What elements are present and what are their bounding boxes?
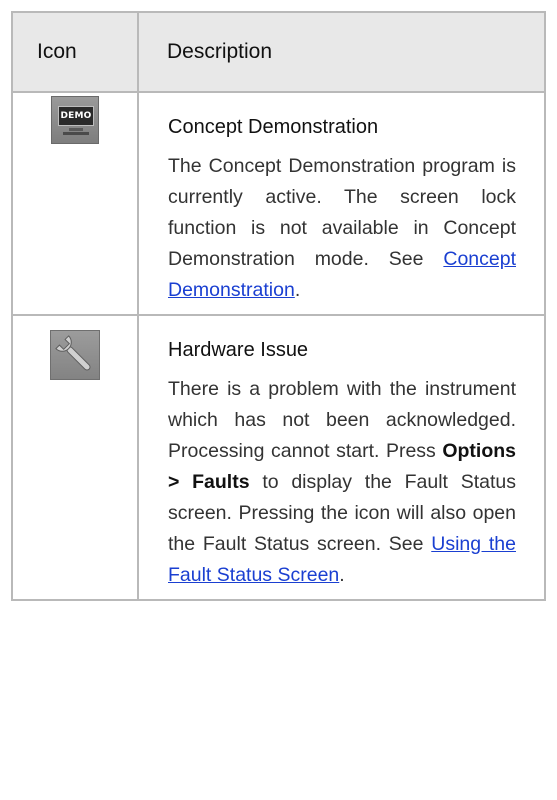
entry-body: There is a problem with the instrument w… bbox=[168, 374, 516, 591]
table-row: DEMO Concept Demonstration The Concept D… bbox=[11, 91, 546, 316]
faults-label: Faults bbox=[192, 471, 250, 493]
table-header-row: Icon Description bbox=[11, 11, 546, 93]
entry-trailing: . bbox=[294, 279, 301, 301]
demo-screen-label: DEMO bbox=[58, 106, 94, 126]
description-cell: Concept Demonstration The Concept Demons… bbox=[137, 91, 546, 316]
header-description-label: Description bbox=[167, 40, 273, 63]
description-cell: Hardware Issue There is a problem with t… bbox=[137, 314, 546, 601]
entry-title: Hardware Issue bbox=[168, 339, 309, 361]
monitor-stand bbox=[69, 128, 83, 131]
header-icon-column: Icon bbox=[11, 11, 139, 93]
header-description-column: Description bbox=[137, 11, 546, 93]
entry-body: The Concept Demonstration program is cur… bbox=[168, 151, 516, 306]
icon-cell bbox=[11, 314, 139, 601]
entry-trailing: . bbox=[339, 564, 345, 586]
table-row: Hardware Issue There is a problem with t… bbox=[11, 314, 546, 601]
entry-title: Concept Demonstration bbox=[168, 116, 379, 138]
wrench-glyph bbox=[55, 335, 91, 371]
icon-cell: DEMO bbox=[11, 91, 139, 316]
wrench-icon bbox=[50, 330, 100, 380]
icon-description-table: Icon Description DEMO Concept Demonstrat… bbox=[11, 11, 546, 601]
demo-monitor-icon: DEMO bbox=[51, 96, 99, 144]
monitor-base bbox=[63, 132, 89, 135]
menu-separator: > bbox=[168, 471, 193, 493]
options-label: Options bbox=[442, 440, 516, 462]
header-icon-label: Icon bbox=[37, 40, 77, 63]
